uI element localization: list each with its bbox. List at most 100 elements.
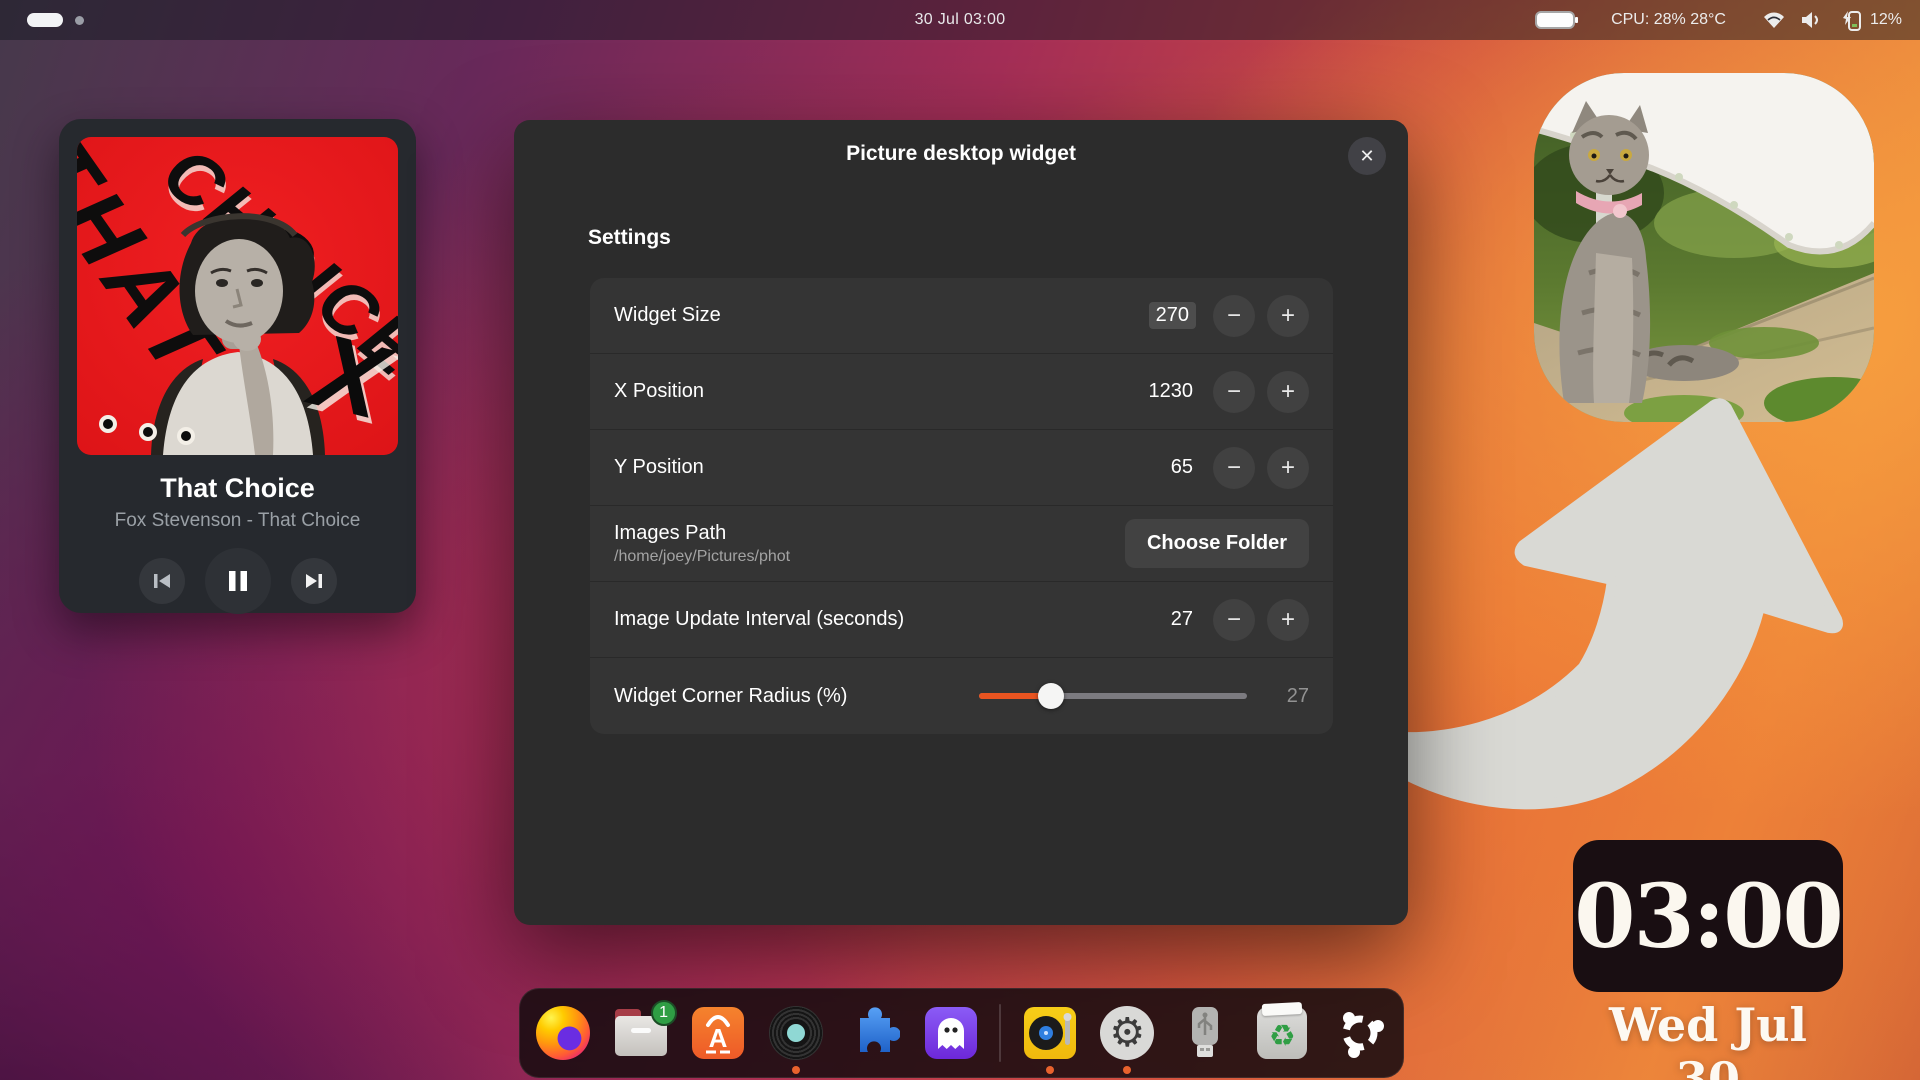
minus-icon: − [1227, 454, 1241, 482]
desktop: 30 Jul 03:00 CPU: 28% 28°C 12% THAT CHOI… [0, 0, 1920, 1080]
firefox-icon [536, 1006, 590, 1060]
update-interval-row: Image Update Interval (seconds) 27 − + [590, 582, 1333, 658]
album-art-dot [139, 423, 157, 441]
files-badge: 1 [651, 1000, 677, 1026]
y-position-plus-button[interactable]: + [1267, 447, 1309, 489]
battery-indicator-icon [1535, 11, 1575, 29]
minus-icon: − [1227, 302, 1241, 330]
widget-size-label: Widget Size [614, 304, 721, 327]
top-bar: 30 Jul 03:00 CPU: 28% 28°C 12% [0, 0, 1920, 40]
running-indicator [1123, 1066, 1131, 1074]
images-path-label: Images Path [614, 522, 790, 545]
close-icon: ✕ [1359, 146, 1374, 167]
svg-text:A: A [709, 1023, 728, 1053]
dock-item-trash[interactable]: ♻ [1253, 1004, 1311, 1062]
track-title: That Choice [77, 473, 398, 504]
wifi-icon [1762, 10, 1786, 30]
pause-icon [227, 569, 249, 593]
dock-item-vinyl-player[interactable] [767, 1004, 825, 1062]
clock-widget[interactable]: 03:00 [1573, 840, 1843, 992]
picture-desktop-widget[interactable] [1534, 73, 1874, 422]
playback-controls [77, 548, 398, 614]
music-player-widget[interactable]: THAT CHOICE X That [59, 119, 416, 613]
widget-size-plus-button[interactable]: + [1267, 295, 1309, 337]
files-icon: 1 [615, 1016, 667, 1056]
album-art: THAT CHOICE X [77, 137, 398, 455]
vinyl-record-icon [769, 1006, 823, 1060]
cpu-status-text: CPU: 28% 28°C [1611, 11, 1726, 29]
dock-item-firefox[interactable] [534, 1004, 592, 1062]
plus-icon: + [1281, 302, 1295, 330]
extensions-puzzle-icon [846, 1006, 900, 1060]
pause-button[interactable] [205, 548, 271, 614]
system-status-area[interactable]: CPU: 28% 28°C 12% [1535, 0, 1902, 40]
picture-widget-settings-dialog: Picture desktop widget ✕ Settings Widget… [514, 120, 1408, 925]
next-icon [304, 572, 324, 590]
ghost-app-icon [925, 1007, 977, 1059]
corner-radius-slider-thumb[interactable] [1038, 683, 1064, 709]
update-interval-value[interactable]: 27 [1171, 608, 1193, 631]
x-position-value[interactable]: 1230 [1149, 380, 1194, 403]
corner-radius-value: 27 [1265, 685, 1309, 708]
plus-icon: + [1281, 606, 1295, 634]
arrow-annotation [1340, 395, 1860, 820]
x-position-row: X Position 1230 − + [590, 354, 1333, 430]
dock-separator [999, 1004, 1001, 1062]
dock-item-ubuntu[interactable] [1331, 1004, 1389, 1062]
album-art-dot [99, 415, 117, 433]
x-position-plus-button[interactable]: + [1267, 371, 1309, 413]
widget-size-minus-button[interactable]: − [1213, 295, 1255, 337]
y-position-minus-button[interactable]: − [1213, 447, 1255, 489]
images-path-row: Images Path /home/joey/Pictures/phot Cho… [590, 506, 1333, 582]
dialog-title: Picture desktop widget [514, 142, 1408, 166]
corner-radius-row: Widget Corner Radius (%) 27 [590, 658, 1333, 734]
dock-item-turntable[interactable] [1021, 1004, 1079, 1062]
album-art-dot [177, 427, 195, 445]
settings-gear-icon: ⚙ [1100, 1006, 1154, 1060]
dock-item-extensions[interactable] [844, 1004, 902, 1062]
minus-icon: − [1227, 606, 1241, 634]
minus-icon: − [1227, 378, 1241, 406]
dock-item-files[interactable]: 1 [612, 1004, 670, 1062]
battery-charging-icon [1836, 8, 1862, 32]
turntable-icon [1024, 1007, 1076, 1059]
dock-item-app-center[interactable]: A [689, 1004, 747, 1062]
dock-item-usb-drive[interactable] [1176, 1004, 1234, 1062]
previous-icon [152, 572, 172, 590]
ubuntu-logo-icon [1334, 1007, 1386, 1059]
clock-date: Wed Jul 30 [1573, 998, 1843, 1080]
widget-size-value[interactable]: 270 [1149, 302, 1196, 329]
choose-folder-button[interactable]: Choose Folder [1125, 519, 1309, 568]
dock-item-ghost-app[interactable] [922, 1004, 980, 1062]
volume-icon [1800, 10, 1822, 30]
corner-radius-slider[interactable] [979, 693, 1247, 699]
update-interval-plus-button[interactable]: + [1267, 599, 1309, 641]
cat-photo [1534, 73, 1874, 422]
settings-section-heading: Settings [588, 226, 671, 250]
y-position-row: Y Position 65 − + [590, 430, 1333, 506]
battery-percentage: 12% [1870, 11, 1902, 29]
settings-group: Widget Size 270 − + X Position 1230 − + … [590, 278, 1333, 734]
x-position-label: X Position [614, 380, 704, 403]
close-button[interactable]: ✕ [1348, 137, 1386, 175]
trash-icon: ♻ [1257, 1007, 1307, 1059]
next-button[interactable] [291, 558, 337, 604]
previous-button[interactable] [139, 558, 185, 604]
usb-drive-icon [1187, 1005, 1223, 1061]
y-position-label: Y Position [614, 456, 704, 479]
recycle-icon: ♻ [1269, 1022, 1296, 1052]
dock-item-settings[interactable]: ⚙ [1098, 1004, 1156, 1062]
track-artist-album: Fox Stevenson - That Choice [77, 510, 398, 532]
x-position-minus-button[interactable]: − [1213, 371, 1255, 413]
update-interval-label: Image Update Interval (seconds) [614, 608, 904, 631]
y-position-value[interactable]: 65 [1171, 456, 1193, 479]
corner-radius-label: Widget Corner Radius (%) [614, 685, 847, 708]
dock: 1 A [519, 988, 1404, 1078]
running-indicator [1046, 1066, 1054, 1074]
trash-paper [1262, 1002, 1303, 1016]
running-indicator [792, 1066, 800, 1074]
update-interval-minus-button[interactable]: − [1213, 599, 1255, 641]
app-center-icon: A [692, 1007, 744, 1059]
plus-icon: + [1281, 454, 1295, 482]
clock-time: 03:00 [1574, 864, 1841, 968]
